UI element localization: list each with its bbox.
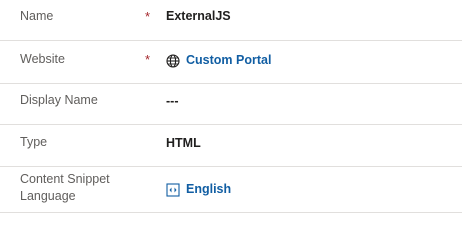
field-row-website: Website * Custom Portal xyxy=(0,41,462,83)
field-row-display-name: Display Name --- xyxy=(0,84,462,124)
field-row-content-snippet-language: Content Snippet Language English xyxy=(0,167,462,212)
required-indicator-website: * xyxy=(145,52,151,67)
field-value-display-name-text: --- xyxy=(166,94,179,108)
field-label-type: Type xyxy=(20,135,48,149)
globe-icon xyxy=(166,53,180,68)
field-label-display-name: Display Name xyxy=(20,93,98,107)
field-row-type: Type HTML xyxy=(0,125,462,166)
field-row-name: Name * ExternalJS xyxy=(0,0,462,40)
language-lookup-link[interactable]: English xyxy=(166,181,231,198)
field-value-name[interactable]: ExternalJS xyxy=(166,8,231,25)
required-indicator-name: * xyxy=(145,9,151,24)
field-value-type[interactable]: HTML xyxy=(166,135,201,152)
field-value-display-name[interactable]: --- xyxy=(166,93,179,110)
field-value-type-text: HTML xyxy=(166,136,201,150)
lookup-record-icon xyxy=(166,182,180,197)
website-lookup-link[interactable]: Custom Portal xyxy=(166,52,271,69)
field-label-name: Name xyxy=(20,9,54,23)
website-lookup-text: Custom Portal xyxy=(186,53,272,67)
language-lookup-text: English xyxy=(186,182,232,196)
field-label-content-snippet-language: Content Snippet Language xyxy=(20,172,110,203)
record-form: Name * ExternalJS Website * Custom Porta… xyxy=(0,0,474,225)
field-label-website: Website xyxy=(20,52,65,66)
field-value-name-text: ExternalJS xyxy=(166,9,231,23)
divider xyxy=(0,212,462,213)
